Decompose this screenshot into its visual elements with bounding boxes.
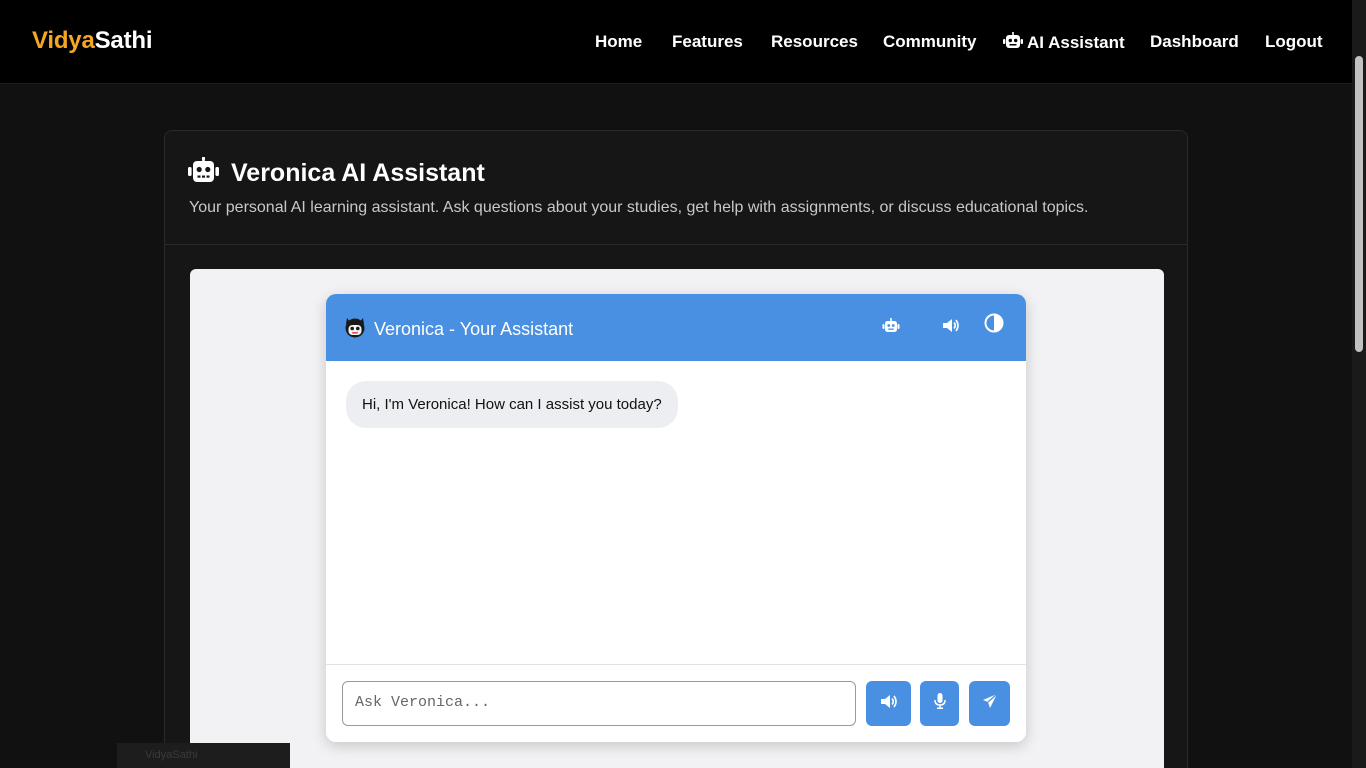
assistant-message: Hi, I'm Veronica! How can I assist you t…	[346, 381, 678, 428]
nav-link-label: Dashboard	[1150, 32, 1239, 51]
nav-link-label: Home	[595, 32, 643, 51]
theme-toggle-icon	[984, 313, 1004, 338]
chat-header: Veronica - Your Assistant	[326, 294, 1026, 361]
page-title-text: Veronica AI Assistant	[231, 159, 485, 187]
nav-link-community[interactable]: Community	[883, 32, 977, 52]
navbar: VidyaSathi Home Features Resources Commu…	[0, 0, 1366, 84]
nav-link-label: Features	[672, 32, 743, 51]
speaker-icon	[880, 694, 898, 714]
assistant-card: Veronica AI Assistant Your personal AI l…	[164, 130, 1188, 768]
chat-header-title-text: Veronica - Your Assistant	[374, 319, 574, 339]
nav-link-label: Logout	[1265, 32, 1323, 51]
speaker-toggle-button[interactable]	[937, 314, 965, 342]
speaker-icon	[942, 318, 960, 338]
microphone-icon	[933, 693, 946, 714]
page-scrollbar[interactable]	[1352, 0, 1366, 768]
send-icon	[982, 693, 998, 714]
robot-icon	[1003, 32, 1023, 54]
robot-icon	[882, 318, 900, 338]
send-button[interactable]	[969, 681, 1010, 726]
faded-toast: VidyaSathi	[117, 743, 290, 768]
voice-input-button[interactable]	[920, 681, 959, 726]
page-description: Your personal AI learning assistant. Ask…	[189, 199, 1089, 216]
chat-header-title: Veronica - Your Assistant	[344, 316, 573, 343]
scrollbar-thumb[interactable]	[1355, 56, 1363, 352]
bot-mode-button[interactable]	[877, 314, 905, 342]
nav-link-label: Resources	[771, 32, 858, 51]
chat-input-bar	[326, 664, 1026, 742]
nav-link-label: Community	[883, 32, 977, 51]
nav-link-dashboard[interactable]: Dashboard	[1150, 32, 1239, 52]
veronica-avatar-icon	[344, 316, 366, 343]
read-aloud-button[interactable]	[866, 681, 911, 726]
page-title: Veronica AI Assistant	[188, 157, 485, 190]
nav-link-logout[interactable]: Logout	[1265, 32, 1323, 52]
nav-link-resources[interactable]: Resources	[771, 32, 858, 52]
card-header: Veronica AI Assistant Your personal AI l…	[165, 131, 1187, 245]
nav-link-label: AI Assistant	[1027, 33, 1125, 52]
robot-icon	[188, 157, 219, 190]
theme-toggle-button[interactable]	[980, 311, 1008, 339]
nav-links: Home Features Resources Community AI Ass…	[0, 32, 1366, 54]
chat-widget: Veronica - Your Assistant Hi, I'm Veroni…	[326, 294, 1026, 742]
nav-link-ai-assistant[interactable]: AI Assistant	[1003, 32, 1125, 54]
nav-link-features[interactable]: Features	[672, 32, 743, 52]
chat-area: Veronica - Your Assistant Hi, I'm Veroni…	[190, 269, 1164, 768]
chat-input[interactable]	[342, 681, 856, 726]
nav-link-home[interactable]: Home	[595, 32, 642, 52]
message-list: Hi, I'm Veronica! How can I assist you t…	[326, 361, 1026, 664]
